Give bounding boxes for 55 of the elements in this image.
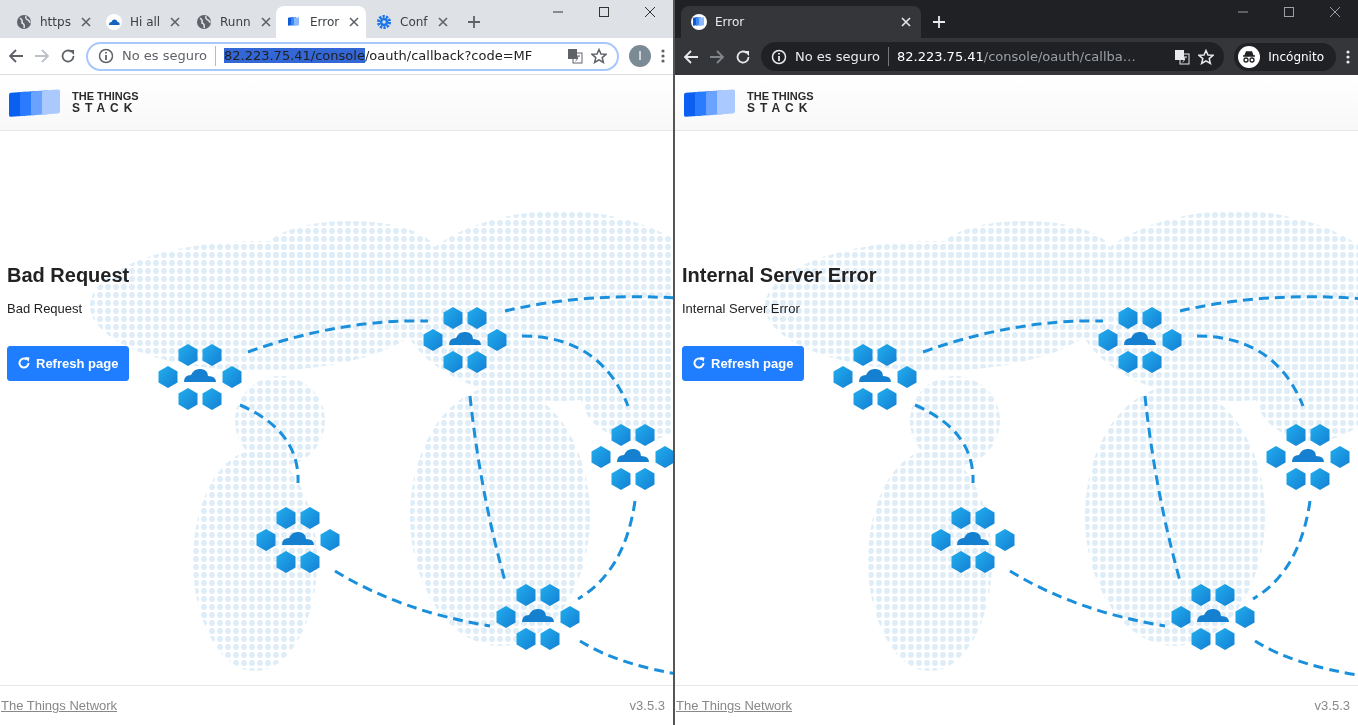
brand-name: THE THINGS [747, 91, 814, 102]
forward-icon[interactable] [709, 48, 725, 65]
error-heading: Internal Server Error [682, 263, 877, 287]
close-icon[interactable] [258, 15, 273, 29]
close-icon[interactable] [347, 15, 362, 29]
close-icon[interactable] [78, 15, 93, 29]
incognito-icon [1238, 45, 1261, 68]
stack-logo-icon [691, 14, 707, 30]
gear-icon [376, 14, 392, 30]
version-label: v3.5.3 [1314, 696, 1350, 715]
browser-tab[interactable]: Runn [186, 6, 276, 38]
back-icon[interactable] [8, 48, 24, 64]
footer-link[interactable]: The Things Network [676, 695, 793, 716]
brand-name: THE THINGS [72, 91, 139, 102]
url-text: 82.223.75.41/console/oauth/callba… [897, 47, 1136, 66]
security-label: No es seguro [795, 46, 889, 67]
incognito-label: Incógnito [1268, 48, 1324, 66]
maximize-icon[interactable] [598, 6, 610, 18]
globe-icon [16, 14, 32, 30]
refresh-button[interactable]: Refresh page [7, 345, 130, 381]
error-message: Bad Request [7, 300, 83, 318]
globe-icon [196, 14, 212, 30]
close-icon[interactable] [435, 15, 450, 29]
close-icon[interactable] [168, 15, 183, 29]
browser-tab[interactable]: Hi all [96, 6, 186, 38]
browser-tab[interactable]: Conf [366, 6, 456, 38]
star-icon[interactable] [591, 48, 607, 64]
browser-tab[interactable]: https [6, 6, 96, 38]
error-heading: Bad Request [7, 263, 130, 287]
incognito-badge[interactable]: Incógnito [1234, 42, 1336, 71]
address-bar[interactable]: No es seguro 82.223.75.41/console/oauth/callba… [761, 42, 1225, 71]
refresh-icon [693, 357, 705, 370]
profile-avatar[interactable]: I [629, 45, 651, 67]
error-message: Internal Server Error [682, 300, 800, 318]
refresh-button[interactable]: Refresh page [682, 345, 805, 381]
refresh-icon [18, 357, 30, 370]
reload-icon[interactable] [735, 48, 751, 65]
version-label: v3.5.3 [629, 696, 665, 715]
browser-tab[interactable]: Error [681, 6, 921, 38]
brand-name: STACK [747, 102, 814, 114]
translate-icon[interactable] [567, 48, 583, 64]
close-icon[interactable] [644, 6, 656, 18]
menu-icon[interactable] [661, 48, 665, 64]
close-icon[interactable] [1329, 6, 1341, 18]
reload-icon[interactable] [60, 48, 76, 64]
close-icon[interactable] [899, 15, 913, 29]
footer-link[interactable]: The Things Network [1, 695, 118, 716]
security-label: No es seguro [122, 46, 216, 66]
translate-icon[interactable] [1174, 48, 1191, 65]
maximize-icon[interactable] [1283, 6, 1295, 18]
cloud-icon [106, 14, 122, 30]
menu-icon[interactable] [1346, 48, 1350, 65]
browser-tab[interactable]: Error [276, 6, 366, 38]
brand-name: STACK [72, 102, 139, 114]
info-icon[interactable] [98, 48, 114, 64]
